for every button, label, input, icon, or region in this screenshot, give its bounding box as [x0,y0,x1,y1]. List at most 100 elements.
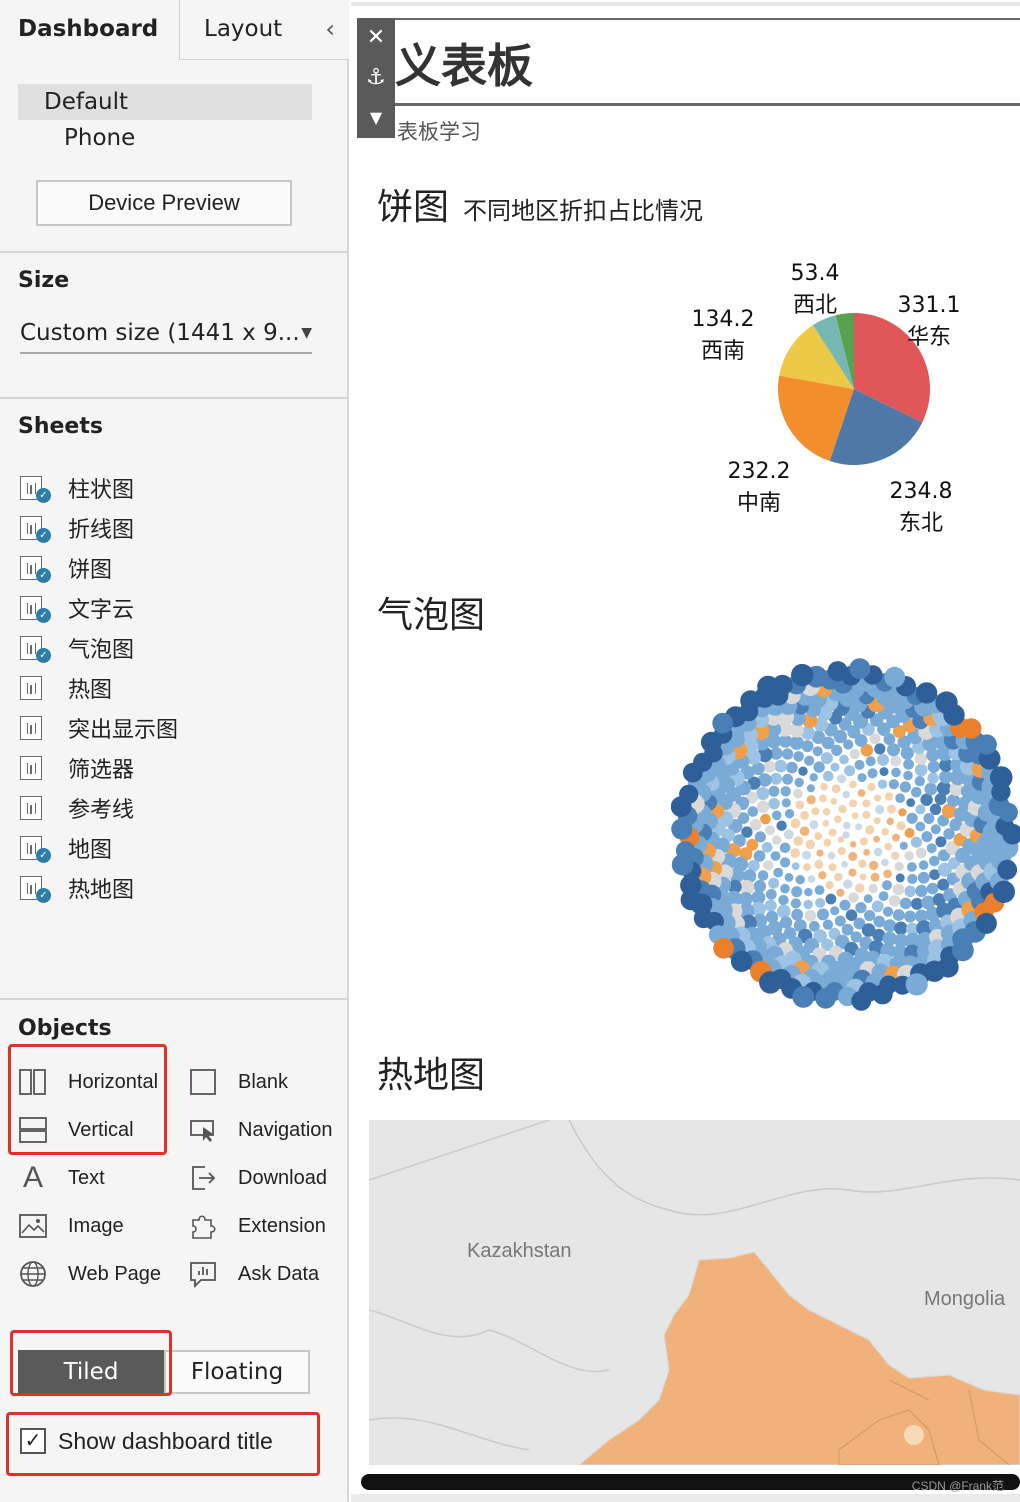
device-preview-button[interactable]: Device Preview [36,180,292,226]
bubble[interactable] [730,950,753,972]
bubble[interactable] [822,820,830,827]
bubble[interactable] [780,786,791,797]
bubble[interactable] [888,779,899,790]
bubble[interactable] [712,712,734,734]
bubble[interactable] [794,777,804,788]
heat-map[interactable]: Kazakhstan Mongolia [369,1120,1020,1465]
bubble[interactable] [799,826,810,836]
bubble[interactable] [905,973,928,996]
object-web-page[interactable]: Web Page [18,1254,161,1294]
bubble[interactable] [774,759,788,773]
bubble[interactable] [848,851,858,861]
object-extension[interactable]: Extension [188,1206,326,1246]
bubble[interactable] [867,768,878,779]
bubble[interactable] [891,767,901,778]
bubble[interactable] [859,873,867,881]
sheet-item[interactable]: ✓ 文字云 [20,588,134,628]
sheet-item[interactable]: 参考线 [20,788,134,828]
bubble[interactable] [811,807,820,816]
bubble[interactable] [873,847,883,857]
bubble[interactable] [838,804,847,814]
bubble[interactable] [848,892,859,903]
bubble[interactable] [776,820,787,831]
bubble[interactable] [855,823,863,831]
sheet-item[interactable]: 筛选器 [20,748,134,788]
bubble[interactable] [820,752,833,765]
bubble[interactable] [768,877,780,889]
bubble[interactable] [764,899,777,912]
bubble[interactable] [906,812,918,824]
bubble[interactable] [992,880,1015,903]
bubble[interactable] [782,748,794,760]
bubble[interactable] [671,818,693,840]
bubble[interactable] [765,825,776,836]
bubble[interactable] [862,799,871,808]
bubble[interactable] [793,788,803,799]
bubble[interactable] [899,897,912,910]
bubble[interactable] [849,658,871,680]
bubble[interactable] [887,743,900,757]
tab-layout[interactable]: Layout ‹ [179,0,349,60]
bubble[interactable] [792,986,815,1008]
bubble[interactable] [777,904,791,919]
bubble[interactable] [855,902,867,914]
bubble[interactable] [822,770,834,782]
sheet-item[interactable]: ✓ 地图 [20,828,112,868]
bubble[interactable] [863,894,873,904]
bubble[interactable] [927,772,939,784]
bubble[interactable] [929,803,942,815]
bubble[interactable] [924,782,938,796]
bubble[interactable] [914,752,928,765]
bubble[interactable] [791,908,804,921]
bubble[interactable] [887,804,896,814]
bubble[interactable] [765,888,777,900]
bubble[interactable] [770,772,783,785]
bubble[interactable] [770,851,781,861]
object-ask-data[interactable]: Ask Data [188,1254,319,1294]
bubble[interactable] [911,786,922,798]
bubble[interactable] [815,988,836,1009]
bubble[interactable] [773,867,784,878]
bubble[interactable] [825,893,837,905]
bubble[interactable] [671,853,694,876]
bubble[interactable] [822,808,831,816]
bubble[interactable] [911,897,923,910]
floating-button[interactable]: Floating [164,1350,310,1394]
bubble[interactable] [910,836,922,848]
object-text[interactable]: A Text [18,1158,105,1198]
bubble[interactable] [772,835,782,845]
bubble[interactable] [917,871,930,884]
bubble[interactable] [837,836,845,843]
bubble[interactable] [935,836,947,848]
bubble[interactable] [806,795,816,805]
object-navigation[interactable]: Navigation [188,1110,333,1150]
bubble[interactable] [884,666,906,688]
bubble[interactable] [830,798,838,805]
bubble[interactable] [896,821,906,831]
bubble[interactable] [848,868,857,877]
bubble[interactable] [870,872,880,882]
bubble[interactable] [858,859,867,868]
bubble[interactable] [753,880,767,893]
bubble[interactable] [865,825,875,835]
bubble[interactable] [822,919,834,930]
device-default[interactable]: Default [18,84,312,120]
bubble[interactable] [783,829,794,840]
bubble[interactable] [795,875,805,885]
bubble[interactable] [849,799,858,808]
bubble[interactable] [828,828,837,837]
bubble[interactable] [791,663,814,687]
bubble[interactable] [883,919,897,933]
bubble[interactable] [849,780,857,789]
bubble[interactable] [914,763,928,777]
bubble[interactable] [915,884,928,897]
bubble[interactable] [828,863,837,872]
bubble[interactable] [819,794,827,803]
bubble[interactable] [903,758,914,770]
bubble[interactable] [849,748,860,760]
bubble[interactable] [713,937,734,959]
bubble[interactable] [816,849,824,857]
bubble[interactable] [831,784,841,794]
bubble[interactable] [907,862,917,872]
object-download[interactable]: Download [188,1158,327,1198]
